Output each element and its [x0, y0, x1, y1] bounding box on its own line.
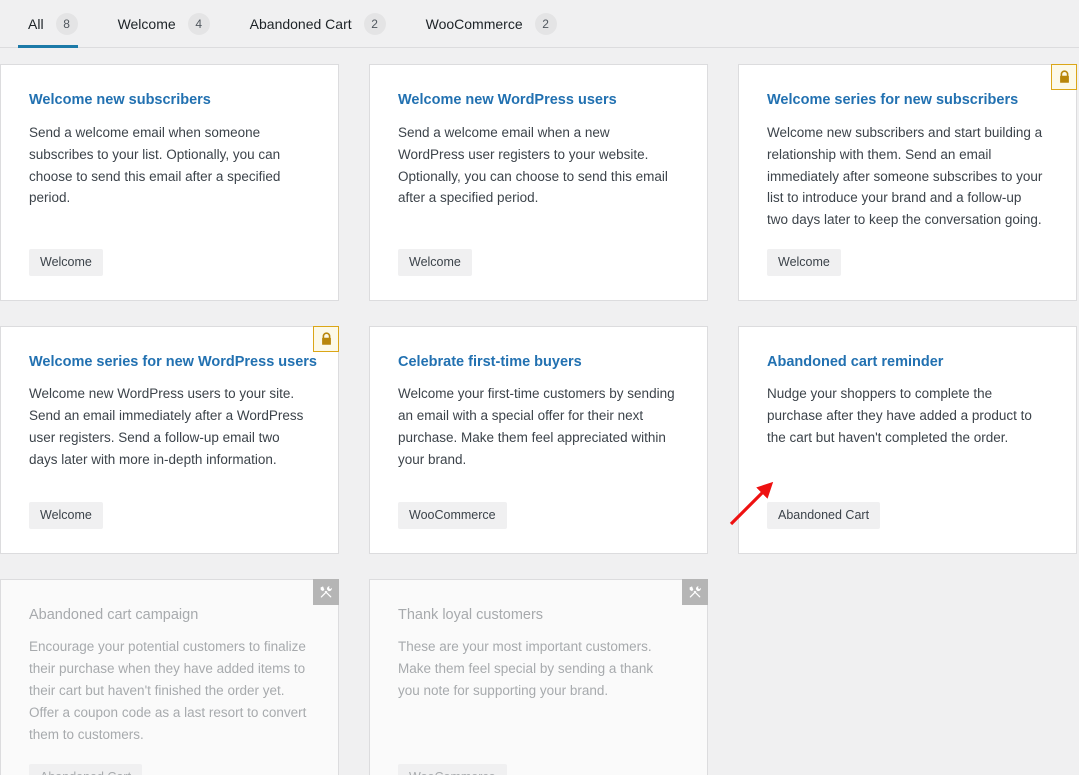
template-card[interactable]: Celebrate first-time buyers Welcome your… [369, 325, 708, 554]
card-title[interactable]: Welcome new subscribers [29, 91, 308, 110]
tools-icon [682, 578, 708, 605]
tab-all[interactable]: All 8 [10, 0, 100, 48]
card-title[interactable]: Welcome series for new subscribers [767, 91, 1046, 110]
card-description: Welcome new subscribers and start buildi… [767, 124, 1043, 228]
tab-woocommerce[interactable]: WooCommerce 2 [408, 0, 579, 48]
tab-welcome-label: Welcome [117, 15, 176, 32]
template-card[interactable]: Thank loyal customers These are your mos… [369, 578, 708, 775]
category-tab-bar: All 8 Welcome 4 Abandoned Cart 2 WooComm… [0, 0, 1079, 48]
tab-all-label: All [28, 15, 44, 32]
tab-abandoned-cart[interactable]: Abandoned Cart 2 [232, 0, 408, 48]
card-tag-list: WooCommerce [398, 502, 677, 529]
card-title[interactable]: Celebrate first-time buyers [398, 353, 677, 372]
card-description: Welcome new WordPress users to your site… [29, 386, 304, 468]
template-card[interactable]: Welcome new subscribers Send a welcome e… [0, 64, 339, 301]
card-tag[interactable]: Abandoned Cart [767, 502, 881, 529]
template-card[interactable]: Abandoned cart reminder Nudge your shopp… [738, 325, 1077, 554]
tab-welcome[interactable]: Welcome 4 [100, 0, 232, 48]
card-tag[interactable]: Welcome [398, 249, 472, 276]
card-tag[interactable]: Abandoned Cart [29, 763, 143, 775]
card-tag[interactable]: Welcome [767, 249, 841, 276]
card-description: Send a welcome email when a new WordPres… [398, 124, 668, 206]
card-description: Nudge your shoppers to complete the purc… [767, 386, 1032, 446]
tools-icon [313, 578, 339, 605]
card-title[interactable]: Thank loyal customers [398, 606, 677, 625]
template-card-grid: Welcome new subscribers Send a welcome e… [0, 48, 1079, 775]
card-tag[interactable]: WooCommerce [398, 502, 507, 529]
card-tag-list: Abandoned Cart [767, 502, 1046, 529]
template-card[interactable]: Abandoned cart campaign Encourage your p… [0, 578, 339, 775]
tab-woocommerce-count: 2 [534, 12, 557, 35]
tab-abandoned-cart-count: 2 [363, 12, 386, 35]
template-card[interactable]: Welcome series for new WordPress users W… [0, 325, 339, 554]
lock-icon [313, 325, 339, 352]
card-tag-list: Welcome [29, 249, 308, 276]
card-tag-list: Welcome [767, 249, 1046, 276]
card-description: Welcome your first-time customers by sen… [398, 386, 675, 468]
card-tag[interactable]: Welcome [29, 502, 103, 529]
tab-welcome-count: 4 [187, 12, 210, 35]
tab-abandoned-cart-label: Abandoned Cart [249, 15, 352, 32]
card-tag[interactable]: WooCommerce [398, 763, 507, 775]
card-title[interactable]: Welcome new WordPress users [398, 91, 677, 110]
template-card[interactable]: Welcome series for new subscribers Welco… [738, 64, 1077, 301]
card-tag-list: Welcome [398, 249, 677, 276]
card-title[interactable]: Welcome series for new WordPress users [29, 353, 317, 372]
templates-page: All 8 Welcome 4 Abandoned Cart 2 WooComm… [0, 0, 1079, 775]
card-tag-list: Welcome [29, 502, 308, 529]
card-title[interactable]: Abandoned cart campaign [29, 606, 308, 625]
lock-icon [1051, 64, 1077, 90]
card-title[interactable]: Abandoned cart reminder [767, 353, 1046, 372]
card-description: Send a welcome email when someone subscr… [29, 124, 281, 206]
card-tag[interactable]: Welcome [29, 249, 103, 276]
tab-all-count: 8 [55, 12, 78, 35]
card-description: These are your most important customers.… [398, 639, 654, 699]
tab-woocommerce-label: WooCommerce [425, 15, 523, 32]
template-card[interactable]: Welcome new WordPress users Send a welco… [369, 64, 708, 301]
card-tag-list: WooCommerce [398, 763, 677, 775]
card-tag-list: Abandoned Cart [29, 763, 308, 775]
card-description: Encourage your potential customers to fi… [29, 639, 307, 742]
